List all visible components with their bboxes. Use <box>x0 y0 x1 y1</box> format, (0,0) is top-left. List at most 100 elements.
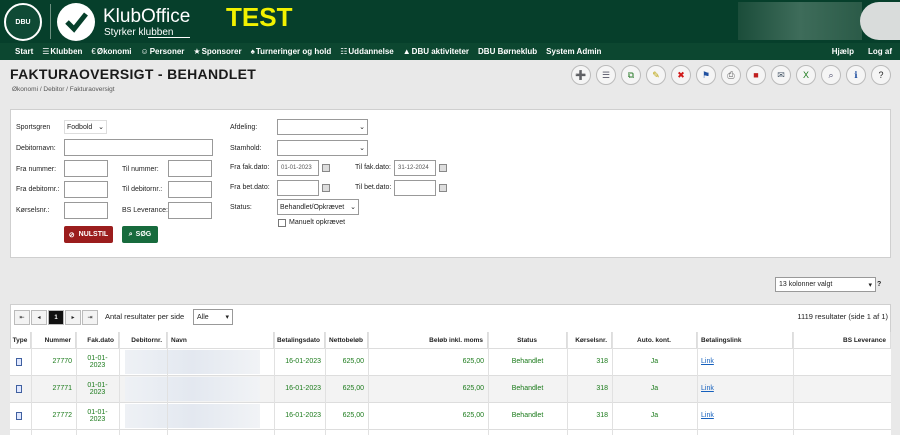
calendar-icon[interactable] <box>322 184 330 192</box>
nav-item-7[interactable]: ▲DBU aktiviteter <box>403 47 469 56</box>
bookmark-icon[interactable]: ⚑ <box>696 65 716 85</box>
nav-item-4[interactable]: ★Sponsorer <box>193 47 241 56</box>
prev-page-button[interactable]: ◂ <box>31 310 47 325</box>
last-page-button[interactable]: ⇥ <box>82 310 98 325</box>
search-icon[interactable]: ⌕ <box>821 65 841 85</box>
status-select[interactable]: Behandlet/Opkrævet ⌄ <box>277 199 359 215</box>
stamhold-label: Stamhold: <box>230 145 262 152</box>
copy-icon[interactable]: ⧉ <box>621 65 641 85</box>
redacted-debtor <box>125 377 260 401</box>
nav-item-5[interactable]: ♠Turneringer og hold <box>251 47 332 56</box>
fra-fak-input[interactable]: 01-01-2023 <box>277 160 319 176</box>
cell-koersel: 318 <box>596 358 608 365</box>
dbu-logo[interactable]: DBU <box>4 3 42 41</box>
delete-icon[interactable]: ✖ <box>671 65 691 85</box>
til-debitornr-input[interactable] <box>168 181 212 198</box>
column-header[interactable]: Status <box>488 332 567 348</box>
column-header[interactable]: Auto. kont. <box>612 332 697 348</box>
cell-link[interactable]: Link <box>697 402 793 429</box>
cell-betdato: 16-01-2023 <box>285 385 321 392</box>
nav-icon: € <box>91 47 96 56</box>
search-button[interactable]: ⌕ SØG <box>122 226 158 243</box>
nav-item-label: Start <box>15 47 34 56</box>
column-header[interactable]: Fak.dato <box>76 332 119 348</box>
nav-item-2[interactable]: €Økonomi <box>91 47 131 56</box>
edit-icon[interactable]: ✎ <box>646 65 666 85</box>
column-header[interactable]: Kørselsnr. <box>567 332 612 348</box>
column-header[interactable]: Betalingsdato <box>274 332 325 348</box>
cell-link[interactable]: Link <box>697 375 793 402</box>
calendar-icon[interactable] <box>439 164 447 172</box>
column-divider <box>76 332 77 435</box>
column-header[interactable]: Beløb inkl. moms <box>368 332 488 348</box>
nav-item-8[interactable]: DBU Børneklub <box>478 47 537 56</box>
columns-select[interactable]: 13 kolonner valgt ▾ <box>775 277 876 292</box>
document-icon[interactable] <box>16 358 22 366</box>
column-divider <box>325 332 326 435</box>
page-1-button[interactable]: 1 <box>48 310 64 325</box>
cell-auto: Ja <box>650 385 659 392</box>
excel-icon[interactable]: X <box>796 65 816 85</box>
search-button-label: SØG <box>135 231 152 238</box>
til-bet-input[interactable] <box>394 180 436 196</box>
til-fak-input[interactable]: 31-12-2024 <box>394 160 436 176</box>
calendar-icon[interactable] <box>439 184 447 192</box>
column-divider <box>793 332 794 435</box>
column-header[interactable]: Navn <box>167 332 274 348</box>
help-icon[interactable]: ? <box>877 281 881 288</box>
cell-inkl: 625,00 <box>462 385 484 392</box>
sportsgren-select[interactable]: Fodbold ⌄ <box>64 120 107 134</box>
stamhold-select[interactable]: ⌄ <box>277 140 368 156</box>
per-page-select[interactable]: Alle ▾ <box>193 309 233 325</box>
cell-auto: Ja <box>650 358 659 365</box>
debitornavn-input[interactable] <box>64 139 213 156</box>
document-icon[interactable] <box>16 412 22 420</box>
first-page-button[interactable]: ⇤ <box>14 310 30 325</box>
nav-item-6[interactable]: ☷Uddannelse <box>340 47 394 56</box>
cell-nummer: 27772 <box>52 412 72 419</box>
reset-button[interactable]: ⊘ NULSTIL <box>64 226 113 243</box>
column-header[interactable]: Betalingslink <box>697 332 793 348</box>
fra-bet-input[interactable] <box>277 180 319 196</box>
table-row[interactable] <box>10 429 891 435</box>
per-page-label: Antal resultater per side <box>105 312 185 321</box>
next-page-button[interactable]: ▸ <box>65 310 81 325</box>
bs-leverance-input[interactable] <box>168 202 212 219</box>
afdeling-select[interactable]: ⌄ <box>277 119 368 135</box>
calendar-icon[interactable] <box>322 164 330 172</box>
til-nummer-input[interactable] <box>168 160 212 177</box>
help-link[interactable]: Hjælp <box>832 47 854 56</box>
koerselsnr-input[interactable] <box>64 202 108 219</box>
column-divider <box>697 332 698 435</box>
breadcrumb: Økonomi / Debitor / Fakturaoversigt <box>12 86 115 93</box>
per-page-value: Alle <box>197 313 209 321</box>
logout-link[interactable]: Log af <box>868 47 892 56</box>
column-header[interactable]: Debitornr. <box>119 332 167 348</box>
column-divider <box>167 332 168 435</box>
nav-item-0[interactable]: Start <box>15 47 33 56</box>
nav-item-1[interactable]: ☰Klubben <box>42 47 82 56</box>
kluboffice-logo[interactable] <box>57 3 95 41</box>
help-icon[interactable]: ? <box>871 65 891 85</box>
column-header[interactable]: Nettobeløb <box>325 332 368 348</box>
email-icon[interactable]: ✉ <box>771 65 791 85</box>
cell-link[interactable]: Link <box>697 348 793 375</box>
manuelt-label: Manuelt opkrævet <box>289 219 346 226</box>
avatar[interactable] <box>860 2 900 40</box>
document-icon[interactable]: ☰ <box>596 65 616 85</box>
fra-debitornr-input[interactable] <box>64 181 108 198</box>
add-icon[interactable]: ➕ <box>571 65 591 85</box>
column-header[interactable]: Nummer <box>31 332 76 348</box>
fra-nummer-input[interactable] <box>64 160 108 177</box>
til-fak-label: Til fak.dato: <box>355 164 391 171</box>
manuelt-checkbox[interactable] <box>278 219 286 227</box>
pdf-icon[interactable]: ■ <box>746 65 766 85</box>
document-icon[interactable] <box>16 385 22 393</box>
column-header[interactable]: BS Leverance <box>793 332 891 348</box>
print-icon[interactable]: ⎙ <box>721 65 741 85</box>
cell-inkl: 625,00 <box>462 412 484 419</box>
nav-item-9[interactable]: System Admin <box>546 47 601 56</box>
info-icon[interactable]: ℹ <box>846 65 866 85</box>
nav-item-3[interactable]: ☺Personer <box>141 47 185 56</box>
column-header[interactable]: Type <box>10 332 31 348</box>
